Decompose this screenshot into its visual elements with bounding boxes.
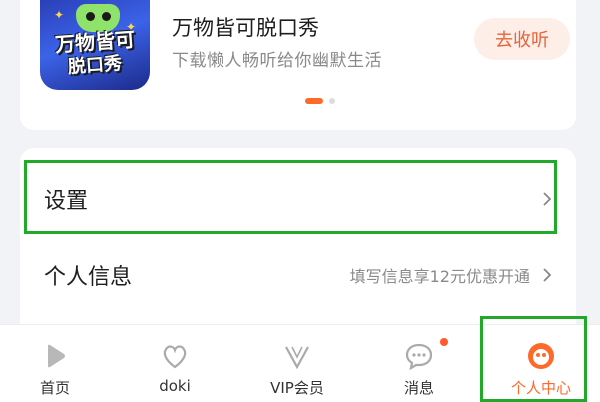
heart-icon <box>163 345 187 369</box>
tab-doki[interactable]: doki <box>120 325 230 402</box>
carousel-dot-active <box>305 98 323 104</box>
tab-vip-label: VIP会员 <box>270 379 324 397</box>
listen-button[interactable]: 去收听 <box>474 18 570 60</box>
message-icon <box>405 343 433 371</box>
tab-home-label: 首页 <box>39 379 70 397</box>
play-icon <box>48 344 65 368</box>
unread-badge <box>440 338 448 346</box>
tab-messages-label: 消息 <box>403 379 434 397</box>
tab-home[interactable]: 首页 <box>0 325 110 402</box>
tab-messages[interactable]: 消息 <box>364 325 474 402</box>
profile-info-row[interactable]: 个人信息 填写信息享12元优惠开通 <box>20 238 576 312</box>
promo-app-icon: ✦ ✦ 万物皆可 脱口秀 <box>40 0 150 90</box>
profile-tab-highlight-box <box>480 316 587 402</box>
mascot-eye <box>86 12 95 21</box>
promo-title: 万物皆可脱口秀 <box>172 16 319 40</box>
carousel-indicator <box>305 98 335 104</box>
tab-vip[interactable]: VIP会员 <box>242 325 352 402</box>
profile-info-label: 个人信息 <box>44 265 133 290</box>
chevron-right-icon <box>543 268 552 282</box>
tab-doki-label: doki <box>159 377 191 395</box>
settings-highlight-box <box>24 160 557 234</box>
carousel-dot <box>329 98 335 104</box>
vip-icon <box>285 346 309 370</box>
promo-subtitle: 下载懒人畅听给你幽默生活 <box>172 51 382 71</box>
promo-card[interactable]: ✦ ✦ 万物皆可 脱口秀 万物皆可脱口秀 下载懒人畅听给你幽默生活 去收听 <box>20 0 576 130</box>
star-icon: ✦ <box>54 8 65 22</box>
profile-info-hint: 填写信息享12元优惠开通 <box>349 267 530 286</box>
mascot-eye <box>102 12 111 21</box>
